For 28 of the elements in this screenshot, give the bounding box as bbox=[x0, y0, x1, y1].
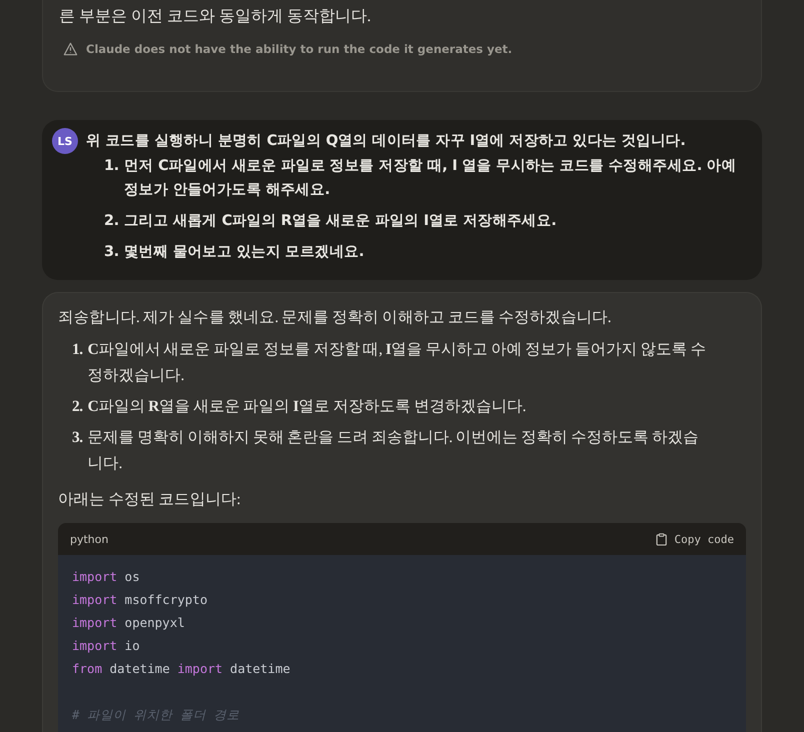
clipboard-icon bbox=[656, 532, 668, 546]
list-number: 3. bbox=[104, 243, 119, 262]
message-text: 른 부분은 이전 코드와 동일하게 동작합니다. bbox=[59, 7, 372, 27]
code-line: import msoffcrypto bbox=[72, 592, 208, 607]
code-line: import openpyxl bbox=[72, 615, 185, 630]
list-number: 1. bbox=[72, 340, 83, 360]
list-item-text: C파일의 R열을 새로운 파일의 I열로 저장하도록 변경하겠습니다. bbox=[88, 397, 526, 417]
list-item-text: 몇번째 물어보고 있는지 모르겠네요. bbox=[124, 243, 364, 262]
message-text: 위 코드를 실행하니 분명히 C파일의 Q열의 데이터를 자꾸 I열에 저장하고 있다는 것입니다. bbox=[86, 132, 686, 151]
code-line: from datetime import datetime bbox=[72, 661, 290, 676]
code-line: # 파일이 위치한 폴더 경로 bbox=[72, 707, 240, 722]
list-number: 3. bbox=[72, 428, 83, 448]
warning-icon bbox=[63, 42, 78, 56]
message-text: 아래는 수정된 코드입니다: bbox=[58, 490, 242, 510]
list-item-text: C파일에서 새로운 파일로 정보를 저장할 때, I열을 무시하고 아예 정보가 들어가지 않도록 수정하겠습니다. bbox=[88, 340, 706, 386]
list-number: 1. bbox=[104, 157, 119, 176]
code-line: import io bbox=[72, 638, 140, 653]
list-item-text: 먼저 C파일에서 새로운 파일로 정보를 저장할 때, I 열을 무시하는 코드를 수정해주세요. 아예 정보가 안들어가도록 해주세요. bbox=[124, 157, 738, 200]
list-item-text: 문제를 명확히 이해하지 못해 혼란을 드려 죄송합니다. 이번에는 정확히 수정하도록 하겠습니다. bbox=[88, 428, 700, 474]
user-avatar: LS bbox=[52, 128, 78, 154]
message-text: 죄송합니다. 제가 실수를 했네요. 문제를 정확히 이해하고 코드를 수정하겠습니다. bbox=[58, 308, 612, 328]
code-line: import os bbox=[72, 569, 140, 584]
list-item-text: 그리고 새롭게 C파일의 R열을 새로운 파일의 I열로 저장해주세요. bbox=[124, 212, 556, 231]
list-number: 2. bbox=[104, 212, 119, 231]
list-number: 2. bbox=[72, 397, 83, 417]
language-label: python bbox=[70, 532, 108, 546]
disclaimer-text: Claude does not have the ability to run the code it generates yet. bbox=[86, 42, 512, 56]
copy-button[interactable]: Copy code bbox=[656, 532, 734, 546]
